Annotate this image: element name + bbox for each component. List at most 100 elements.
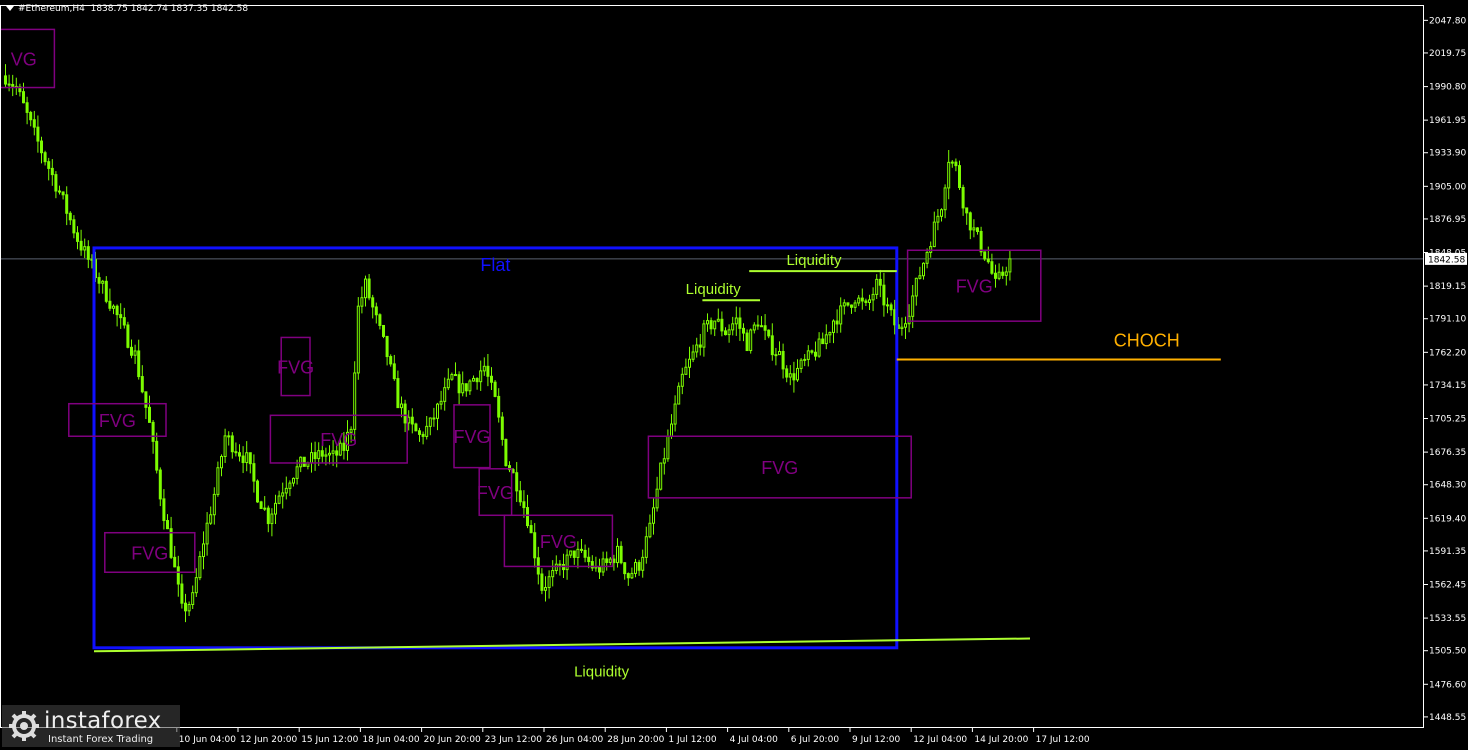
candle (781, 343, 785, 379)
candle (457, 371, 461, 405)
candle-body (799, 359, 803, 369)
candle (529, 520, 533, 534)
candle (212, 487, 216, 525)
candle-body (551, 570, 555, 578)
candle-body (166, 520, 169, 530)
candle-body (356, 305, 360, 374)
candle-body (752, 324, 756, 331)
candle-body (234, 451, 238, 454)
candle-body (374, 306, 378, 316)
price-chart[interactable]: Flat VG FVG FVG FVG FVG FVG FVG FVG FVG FVG Liquidi… (0, 0, 1468, 750)
candle-body (713, 320, 717, 330)
candle-body (781, 350, 785, 370)
candle-body (598, 566, 601, 573)
candle-body (263, 507, 267, 510)
candle (716, 308, 720, 323)
candle-body (317, 450, 321, 460)
candle (112, 304, 115, 315)
candle (281, 482, 285, 509)
candle (18, 83, 22, 97)
candle (907, 304, 911, 333)
candle-body (518, 490, 522, 503)
candle-body (61, 191, 65, 196)
candle (371, 294, 375, 319)
candle (356, 297, 360, 380)
candle-body (353, 372, 357, 430)
candle-body (331, 450, 335, 454)
candle (410, 408, 414, 434)
candle (958, 160, 961, 191)
candle (612, 554, 616, 571)
candle (29, 110, 33, 127)
candle (122, 307, 126, 329)
candle (968, 211, 972, 240)
candle-body (659, 462, 663, 490)
candle-body (184, 602, 187, 612)
candle (252, 454, 256, 493)
candle-body (637, 561, 641, 571)
candle (97, 272, 101, 294)
candle (148, 395, 151, 423)
candle (418, 427, 421, 442)
flat-label: Flat (480, 255, 510, 275)
candle (360, 286, 364, 314)
candle-body (176, 566, 180, 585)
candle-body (454, 374, 457, 377)
candle-body (252, 463, 256, 482)
candle-body (108, 300, 112, 309)
y-tick-label: 1676.35 (1429, 448, 1466, 458)
candle (925, 248, 929, 269)
candle (551, 560, 555, 587)
candle-body (842, 302, 846, 307)
candle (760, 316, 763, 328)
candle-body (475, 377, 479, 383)
candle (432, 407, 436, 427)
candle-body (616, 545, 619, 564)
candle-body (292, 477, 295, 484)
candle (846, 302, 850, 307)
candle-body (954, 161, 958, 167)
candle-body (626, 573, 630, 579)
logo-name: instaforex (44, 708, 162, 734)
candle-body (119, 314, 123, 319)
candle-body (666, 435, 670, 460)
candle-body (144, 391, 148, 408)
candle (547, 570, 551, 599)
candle (835, 309, 839, 334)
candle-body (684, 366, 688, 375)
candles-layer (0, 64, 1424, 623)
candle (508, 461, 511, 473)
candle-body (608, 558, 612, 563)
choch-label: CHOCH (1114, 331, 1180, 351)
y-tick-label: 1648.30 (1429, 481, 1466, 491)
candle-body (835, 320, 839, 325)
x-tick-label: 15 Jun 12:00 (301, 735, 358, 745)
x-tick-label: 12 Jun 20:00 (240, 735, 297, 745)
x-tick-label: 4 Jul 04:00 (730, 735, 779, 745)
candle-body (302, 456, 306, 467)
candle (695, 337, 699, 358)
candle (994, 264, 997, 288)
candle-body (212, 493, 216, 516)
candle (727, 324, 731, 343)
candle-body (540, 573, 544, 591)
candle-body (180, 583, 184, 604)
candle (367, 274, 371, 301)
candle (353, 361, 357, 440)
candle-body (11, 83, 15, 87)
candle-body (875, 278, 879, 295)
candle (450, 372, 454, 381)
x-tick-label: 26 Jun 04:00 (546, 735, 603, 745)
candle-body (148, 406, 151, 423)
candle-body (367, 278, 371, 299)
candle-body (904, 323, 907, 328)
candle (792, 361, 796, 393)
candle-body (40, 140, 43, 154)
candle-body (428, 417, 432, 427)
candle-body (295, 466, 299, 479)
candle-body (886, 304, 889, 307)
candle (670, 414, 673, 439)
candle (752, 322, 756, 334)
candle (227, 431, 231, 446)
candle-body (770, 335, 774, 356)
